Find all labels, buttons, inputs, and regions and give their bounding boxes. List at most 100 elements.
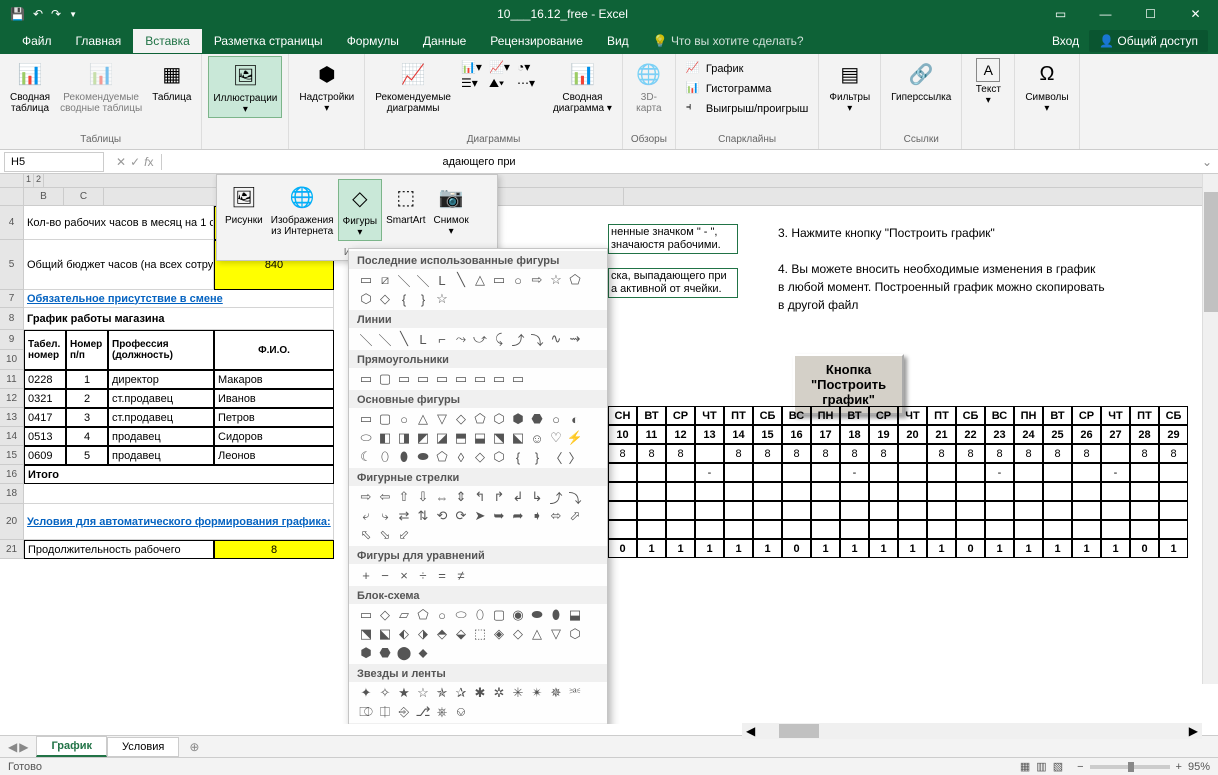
cell[interactable] [869,463,898,482]
shape-item[interactable]: ⬒ [452,429,470,447]
shape-item[interactable]: ○ [509,271,527,289]
shape-item[interactable]: ⬘ [433,625,451,643]
shape-item[interactable]: ⬕ [509,429,527,447]
cell[interactable]: 8 [1043,444,1072,463]
cell[interactable]: График работы магазина [24,308,334,330]
shape-item[interactable]: ⬡ [490,410,508,428]
cell[interactable]: СБ [1159,406,1188,425]
cell[interactable]: ВТ [1043,406,1072,425]
cell[interactable]: Обязательное присутствие в смене [24,290,334,308]
cell[interactable]: СР [869,406,898,425]
cell[interactable]: Общий бюджет часов (на всех сотрудников) [24,240,214,290]
cell[interactable]: 5 [66,446,108,465]
shape-item[interactable]: ▢ [490,606,508,624]
cell[interactable] [811,463,840,482]
shape-item[interactable]: ⬚ [471,625,489,643]
shape-item[interactable]: { [395,290,413,308]
cell[interactable] [24,484,334,504]
cell[interactable]: 1 [811,539,840,558]
cell[interactable] [985,520,1014,539]
shape-item[interactable]: ＼ [357,330,375,348]
shape-item[interactable]: × [395,566,413,584]
shape-item[interactable]: ╲ [452,271,470,289]
cell[interactable]: СН [608,406,637,425]
formula-expand-icon[interactable]: ⌄ [1196,155,1218,169]
shape-item[interactable]: ↲ [509,488,527,506]
cell[interactable] [956,463,985,482]
shape-item[interactable]: ⎇ [414,703,432,721]
shape-item[interactable]: ★ [395,684,413,702]
shape-item[interactable]: ⬯ [471,606,489,624]
shape-item[interactable]: ⧄ [376,271,394,289]
illustrations-button[interactable]: 🖼Иллюстрации▾ [208,56,282,118]
tab-home[interactable]: Главная [64,29,134,53]
shape-item[interactable]: ⬢ [357,644,375,662]
shape-item[interactable]: ⇦ [376,488,394,506]
shape-item[interactable]: = [433,566,451,584]
cell[interactable] [1014,463,1043,482]
cell[interactable] [1101,520,1130,539]
cell[interactable] [985,501,1014,520]
shape-item[interactable]: ◇ [471,448,489,466]
shape-item[interactable]: ⤷ [376,507,394,525]
zoom-in-icon[interactable]: + [1176,761,1182,773]
share-button[interactable]: 👤 Общий доступ [1089,30,1208,52]
cell[interactable]: ЧТ [1101,406,1130,425]
shape-item[interactable]: ✳ [509,684,527,702]
shape-item[interactable]: ⬡ [566,625,584,643]
shape-item[interactable]: ⇨ [357,488,375,506]
cell[interactable] [782,520,811,539]
shape-item[interactable]: ⇅ [414,507,432,525]
shape-item[interactable]: ◧ [376,429,394,447]
cell[interactable]: Условия для автоматического формирования… [24,504,334,540]
cell[interactable]: 1 [666,539,695,558]
cell[interactable] [869,520,898,539]
cell[interactable] [666,501,695,520]
shape-item[interactable]: ▭ [357,370,375,388]
shape-item[interactable]: ◇ [509,625,527,643]
bar-chart-icon[interactable]: 📊▾ [461,60,487,74]
cell[interactable]: 20 [898,425,927,444]
view-layout-icon[interactable]: ▥ [1036,760,1046,773]
cell[interactable] [898,501,927,520]
cell[interactable]: 26 [1072,425,1101,444]
row-header[interactable]: 7 [0,290,24,308]
cell[interactable] [840,520,869,539]
cell[interactable] [927,482,956,501]
sparkline-line-button[interactable]: 📈График [682,60,813,78]
close-icon[interactable]: ✕ [1173,0,1218,28]
shape-item[interactable]: ⬙ [452,625,470,643]
shape-item[interactable]: ⇝ [566,330,584,348]
name-box[interactable] [4,152,104,172]
cell[interactable]: Макаров [214,370,334,389]
shape-item[interactable]: ⬡ [490,448,508,466]
smartart-button[interactable]: ⬚SmartArt [382,179,429,241]
cell[interactable] [1159,501,1188,520]
cell[interactable]: 8 [811,444,840,463]
shape-item[interactable]: ▢ [376,370,394,388]
shape-item[interactable]: ⎄ [357,703,375,721]
pivot-table-button[interactable]: 📊Сводная таблица [6,56,54,116]
cell[interactable]: ЧТ [695,406,724,425]
shape-item[interactable]: ◇ [376,290,394,308]
table-button[interactable]: ▦Таблица [148,56,195,105]
cell[interactable]: 2 [66,389,108,408]
cell[interactable]: СБ [753,406,782,425]
cell[interactable]: - [840,463,869,482]
cell[interactable]: 29 [1159,425,1188,444]
cell[interactable] [1072,520,1101,539]
login-link[interactable]: Вход [1052,34,1079,48]
shape-item[interactable]: △ [528,625,546,643]
redo-icon[interactable]: ↷ [51,7,61,21]
shape-item[interactable]: ⬣ [528,410,546,428]
cell[interactable]: 1 [985,539,1014,558]
shape-item[interactable]: ➧ [528,507,546,525]
shape-item[interactable]: } [414,290,432,308]
shape-item[interactable]: ⬭ [452,606,470,624]
shape-item[interactable]: ▭ [471,370,489,388]
shape-item[interactable]: ⬗ [414,625,432,643]
cell[interactable]: 8 [869,444,898,463]
shape-item[interactable]: ▭ [414,370,432,388]
shape-item[interactable]: ⬢ [509,410,527,428]
cancel-formula-icon[interactable]: ✕ [116,155,126,169]
